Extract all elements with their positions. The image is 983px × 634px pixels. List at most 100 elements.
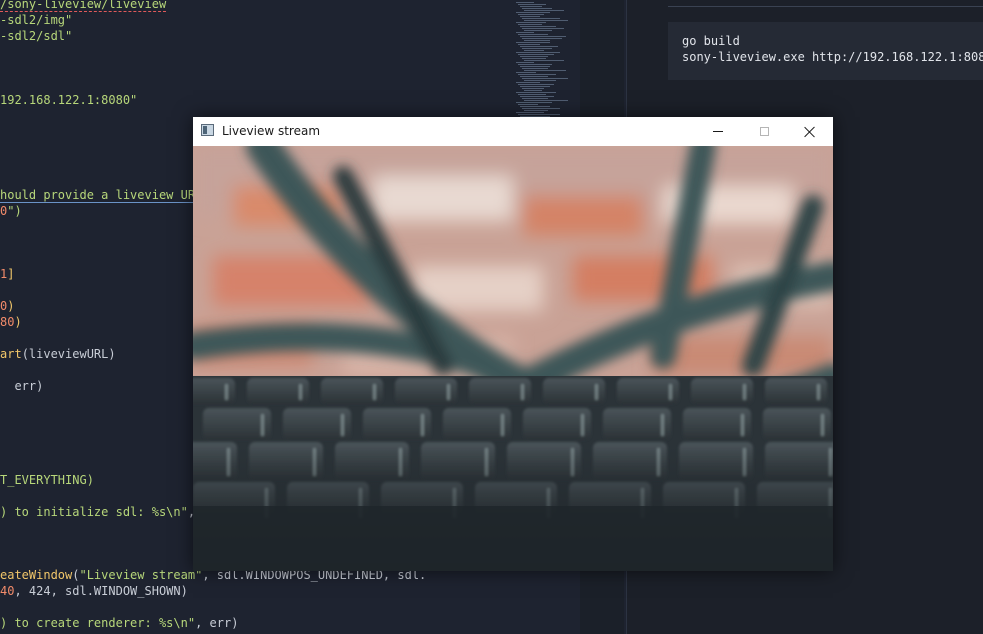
code-line[interactable]: T_EVERYTHING) [0, 472, 94, 488]
code-token: ] [7, 267, 15, 281]
keyboard-key-highlight [299, 384, 302, 400]
code-token: eateWindow [0, 568, 73, 582]
keyboard-key-highlight [741, 414, 744, 436]
code-minimap[interactable] [512, 0, 576, 130]
minimap-line [516, 112, 544, 113]
code-token: art [0, 347, 22, 361]
keyboard-key-highlight [817, 384, 820, 400]
minimap-line [520, 76, 548, 77]
maximize-button[interactable] [741, 117, 787, 146]
minimap-line [518, 14, 544, 15]
minimap-line [520, 16, 540, 17]
code-line[interactable]: err) [0, 378, 43, 394]
minimap-line [516, 2, 534, 3]
minimap-line [520, 36, 566, 37]
minimap-line [522, 108, 560, 109]
minimap-line [524, 100, 568, 101]
minimap-line [518, 54, 554, 55]
app-window-icon [201, 124, 214, 136]
minimap-line [518, 94, 546, 95]
snippet-line: go build [682, 34, 740, 48]
minimap-line [516, 12, 550, 13]
code-token: 40 [0, 584, 15, 598]
minimap-line [524, 50, 544, 51]
minimap-line [522, 18, 560, 19]
code-token: (liveviewURL) [21, 347, 116, 361]
minimap-line [524, 20, 568, 21]
minimap-line [518, 44, 540, 45]
code-token: /sony-liveview/liveview [0, 0, 167, 12]
snippet-line: sony-liveview.exe http://192.168.122.1:8… [682, 50, 983, 64]
minimap-line [524, 70, 566, 71]
code-token: -sdl2/img" [0, 13, 73, 27]
code-line[interactable]: ) to create renderer: %s\n", err) [0, 615, 238, 631]
minimap-line [518, 24, 542, 25]
code-line[interactable]: -sdl2/img" [0, 12, 72, 28]
keyboard-key-highlight [341, 414, 344, 436]
code-line[interactable]: 40, 424, sdl.WINDOW_SHOWN) [0, 583, 188, 599]
code-token: "Liveview stream" [79, 568, 203, 582]
code-token: err) [0, 379, 44, 393]
code-token: 192.168.122.1:8080" [0, 93, 138, 107]
minimap-line [518, 114, 560, 115]
minimap-line [522, 98, 548, 99]
code-line[interactable]: -sdl2/sdl" [0, 28, 72, 44]
code-line[interactable]: 0") [0, 203, 22, 219]
code-token: T_EVERYTHING) [0, 473, 94, 487]
keyboard-key-shape [523, 408, 591, 440]
keyboard-key-shape [683, 408, 751, 440]
code-line[interactable]: /sony-liveview/liveview [0, 0, 167, 12]
minimap-line [516, 92, 556, 93]
code-token: 80 [0, 315, 15, 329]
liveview-window[interactable]: Liveview stream [193, 117, 833, 571]
keyboard-key-highlight [595, 384, 598, 400]
minimize-button[interactable] [695, 117, 741, 146]
keyboard-key-shape [763, 408, 831, 440]
minimap-line [524, 90, 542, 91]
minimap-line [520, 106, 550, 107]
code-token: -sdl2/sdl" [0, 29, 73, 43]
code-token: ") [7, 204, 22, 218]
code-token: , err) [195, 616, 239, 630]
code-line[interactable]: hould provide a liveview URL i [0, 187, 217, 203]
minimap-line [516, 42, 550, 43]
code-line[interactable]: 192.168.122.1:8080" [0, 92, 137, 108]
minimap-line [524, 80, 556, 81]
minimap-line [520, 56, 548, 57]
keyboard-key-highlight [225, 384, 228, 400]
minimap-line [522, 88, 544, 89]
code-token: ) to initialize sdl: %s\n" [0, 505, 188, 519]
minimap-line [522, 28, 564, 29]
minimap-line [518, 64, 552, 65]
minimap-line [520, 66, 550, 67]
keyboard-key-highlight [821, 414, 824, 436]
code-line[interactable]: 80) [0, 314, 22, 330]
minimap-line [520, 96, 554, 97]
preview-divider [668, 6, 983, 7]
minimap-line [524, 40, 550, 41]
keyboard-key-highlight [501, 414, 504, 436]
minimap-line [522, 58, 546, 59]
minimap-line [518, 4, 546, 5]
code-line[interactable]: art(liveviewURL) [0, 346, 116, 362]
minimap-line [522, 8, 552, 9]
minimap-line [516, 32, 534, 33]
code-line[interactable]: ) to initialize sdl: %s\n", err [0, 504, 224, 520]
keyboard-key-highlight [447, 384, 450, 400]
keyboard-key-highlight [421, 414, 424, 436]
keyboard-key-shape [283, 408, 351, 440]
minimap-line [516, 82, 540, 83]
minimap-line [524, 30, 552, 31]
minimap-line [516, 62, 534, 63]
minimap-line [516, 72, 536, 73]
liveview-stream-image [193, 146, 833, 571]
build-snippet-codeblock: go build sony-liveview.exe http://192.16… [668, 22, 983, 80]
code-line[interactable]: 0) [0, 298, 14, 314]
maximize-icon [759, 127, 769, 136]
minimize-icon [713, 131, 723, 132]
keyboard-key-shape [193, 378, 235, 404]
window-titlebar[interactable]: Liveview stream [193, 117, 833, 146]
minimap-line [518, 84, 554, 85]
code-line[interactable]: 1] [0, 266, 14, 282]
close-button[interactable] [787, 117, 833, 146]
